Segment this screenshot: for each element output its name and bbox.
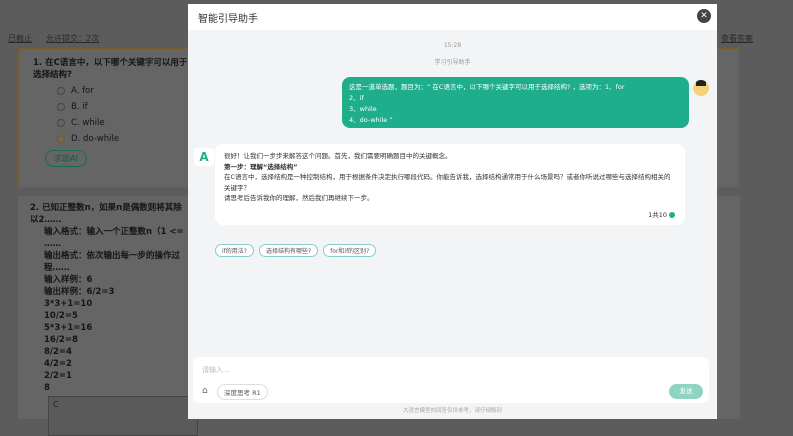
attachment-icon[interactable]: ⌂ bbox=[202, 386, 208, 396]
send-button[interactable]: 发送 bbox=[669, 384, 703, 399]
counter-text: 1共10 bbox=[648, 210, 667, 219]
option-label: D. do-while bbox=[71, 134, 120, 144]
disclaimer: 大语言模型的回答仅供参考，请仔细甄别 bbox=[402, 408, 502, 414]
q2-line: 输入格式：输入一个正整数n（1 <= …… bbox=[44, 227, 184, 249]
view-answer-link[interactable]: 查看答案 bbox=[721, 33, 753, 44]
chat-input-box[interactable]: 请输入... ⌂ 深度思考 R1 发送 bbox=[193, 357, 709, 403]
q2-line: 输入样例：6 bbox=[44, 275, 93, 285]
ai-message: 很好！让我们一步步来解答这个问题。首先，我们需要明确题目中的关键概念。 第一步：… bbox=[215, 144, 685, 225]
option-label: B. if bbox=[71, 102, 88, 112]
submit-limit: 允许提交：2次 bbox=[46, 34, 100, 43]
msg-line: 在C语言中，选择结构是一种控制结构，用于根据条件决定执行哪段代码。你能告诉我，选… bbox=[224, 173, 671, 192]
close-icon[interactable]: ✕ bbox=[697, 9, 711, 23]
modal-header: 智能引导助手 bbox=[188, 4, 717, 30]
suggestions: if的用法? 选择结构有哪些? for和if的区别? bbox=[215, 244, 377, 257]
assistant-label: 学习引导助手 bbox=[434, 59, 471, 66]
code-editor[interactable]: C bbox=[48, 396, 198, 436]
message-time: 15:28 bbox=[443, 42, 462, 49]
assignment-meta: 已截止 允许提交：2次 bbox=[8, 33, 113, 44]
user-message: 这是一道单选题，题目为：“ 在C语言中，以下哪个关键字可以用于选择结构? ，选项… bbox=[342, 77, 689, 128]
message-counter: 1共10 bbox=[648, 210, 675, 221]
ai-logo-icon: A bbox=[194, 148, 214, 166]
status-dot-icon bbox=[669, 211, 675, 218]
q2-line: 2/2=1 bbox=[44, 371, 72, 381]
assistant-modal: 智能引导助手 ✕ 15:28 学习引导助手 这是一道单选题，题目为：“ 在C语言… bbox=[188, 4, 717, 419]
user-avatar bbox=[693, 80, 709, 96]
suggestion-chip[interactable]: 选择结构有哪些? bbox=[258, 244, 319, 257]
radio[interactable] bbox=[57, 87, 65, 95]
q2-line: 5*3+1=16 bbox=[44, 323, 93, 333]
option-label: C. while bbox=[71, 118, 105, 128]
msg-heading: 第一步：理解“选择结构” bbox=[224, 162, 298, 171]
msg-line: 请思考后告诉我你的理解，然后我们再继续下一步。 bbox=[224, 194, 374, 202]
q2-line: 10/2=5 bbox=[44, 311, 78, 321]
radio[interactable] bbox=[57, 119, 65, 127]
q2-line: 输出格式：依次输出每一步的操作过程…… bbox=[44, 251, 181, 273]
q2-line: 2. 已知正整数n，如果n是偶数则将其除以2…… bbox=[30, 203, 182, 225]
q2-line: 输出样例：6/2=3 bbox=[44, 287, 115, 297]
q2-line: 8 bbox=[44, 383, 50, 393]
chat-input[interactable]: 请输入... bbox=[202, 365, 230, 375]
language-select[interactable]: C bbox=[53, 400, 59, 409]
ask-ai-button[interactable]: 求助AI bbox=[45, 150, 87, 167]
suggestion-chip[interactable]: if的用法? bbox=[215, 244, 254, 257]
q2-line: 8/2=4 bbox=[44, 347, 72, 357]
deadline-status: 已截止 bbox=[8, 34, 32, 43]
deep-think-toggle[interactable]: 深度思考 R1 bbox=[217, 384, 268, 400]
question-title: 1. 在C语言中，以下哪个关键字可以用于选择结构? bbox=[33, 58, 188, 80]
msg-line: 4、do-while ” bbox=[349, 116, 393, 124]
q2-line: 4/2=2 bbox=[44, 359, 72, 369]
msg-line: 这是一道单选题，题目为：“ 在C语言中，以下哪个关键字可以用于选择结构? ，选项… bbox=[349, 83, 625, 91]
msg-line: 2、if bbox=[349, 94, 364, 102]
q2-line: 16/2=8 bbox=[44, 335, 78, 345]
msg-line: 很好！让我们一步步来解答这个问题。首先，我们需要明确题目中的关键概念。 bbox=[224, 152, 452, 160]
radio[interactable] bbox=[57, 103, 65, 111]
q2-line: 3*3+1=10 bbox=[44, 299, 93, 309]
modal-title: 智能引导助手 bbox=[198, 13, 258, 25]
msg-line: 3、while bbox=[349, 105, 377, 113]
suggestion-chip[interactable]: for和if的区别? bbox=[323, 244, 377, 257]
radio[interactable] bbox=[57, 135, 65, 143]
option-label: A. for bbox=[71, 86, 94, 96]
